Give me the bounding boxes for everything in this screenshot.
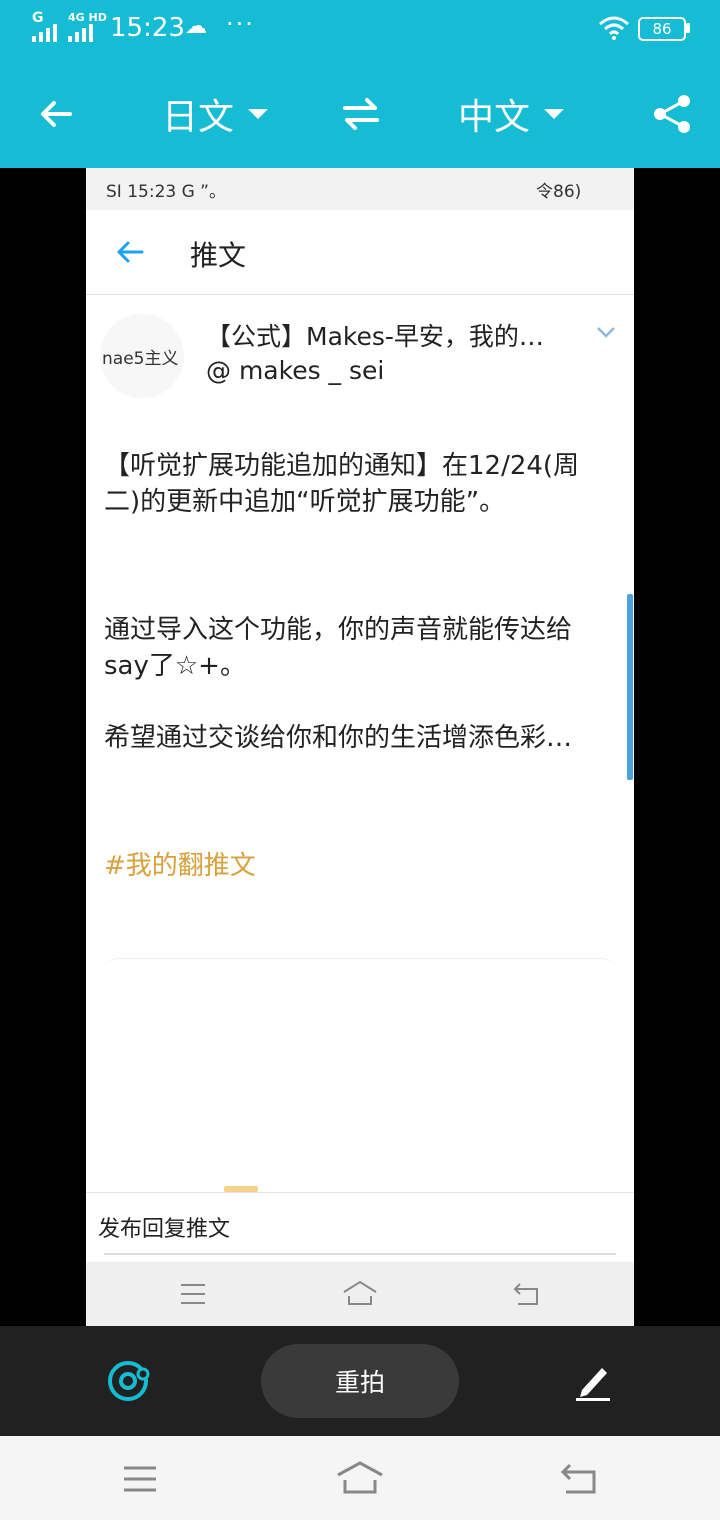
back-nav-icon[interactable] bbox=[560, 1462, 598, 1496]
signal-2-label: 4G HD bbox=[68, 11, 107, 24]
status-time: 15:23 bbox=[110, 13, 185, 43]
target-language-select[interactable]: 中文 bbox=[446, 60, 576, 168]
captured-status-left: SI 15:23 G ”。 bbox=[106, 182, 226, 202]
action-bar: 重拍 bbox=[0, 1326, 720, 1436]
avatar-label: nae5主义 bbox=[102, 349, 179, 369]
battery-indicator: 86 bbox=[638, 17, 686, 41]
translate-toolbar: 日文 中文 bbox=[0, 60, 720, 168]
system-nav-bar bbox=[0, 1436, 720, 1520]
reply-underline bbox=[104, 1253, 616, 1255]
back-arrow-icon bbox=[41, 101, 72, 127]
tweet-paragraph-1: 【听觉扩展功能追加的通知】在12/24(周二)的更新中追加“听觉扩展功能”。 bbox=[104, 451, 580, 517]
share-button[interactable] bbox=[640, 60, 704, 168]
edit-pencil-icon[interactable] bbox=[574, 1362, 612, 1402]
tweet-author: 【公式】Makes-早安，我的…@ makes _ sei bbox=[206, 322, 544, 385]
app-bar: G 4G HD 15:23 ☁ ··· 86 日文 中文 bbox=[0, 0, 720, 168]
share-icon bbox=[654, 95, 690, 133]
captured-back-icon bbox=[513, 1283, 538, 1305]
chevron-down-icon bbox=[544, 109, 564, 119]
swap-languages-button[interactable] bbox=[326, 60, 396, 168]
weather-cloud-icon: ☁ bbox=[185, 14, 207, 39]
captured-back-arrow-icon bbox=[117, 241, 144, 263]
hashtag-link: #我的翻推文 bbox=[104, 851, 256, 881]
captured-nav-bar bbox=[86, 1262, 634, 1326]
menu-icon[interactable] bbox=[122, 1464, 158, 1494]
reply-placeholder: 发布回复推文 bbox=[98, 1217, 231, 1242]
captured-image: SI 15:23 G ”。 令86) 推文 nae5主义 【公式】Makes-早… bbox=[86, 168, 634, 1326]
chevron-down-icon bbox=[597, 327, 615, 338]
chevron-down-icon bbox=[248, 109, 268, 119]
captured-header: 推文 bbox=[86, 210, 634, 295]
signal-bars-icon bbox=[32, 24, 57, 42]
swap-icon bbox=[343, 98, 379, 130]
home-icon[interactable] bbox=[336, 1460, 384, 1496]
captured-status-right: 令86) bbox=[536, 182, 582, 202]
tweet-paragraph-3: 希望通过交谈给你和你的生活增添色彩… bbox=[104, 723, 573, 753]
reply-bar: 发布回复推文 bbox=[86, 1192, 634, 1263]
retake-button[interactable]: 重拍 bbox=[261, 1344, 459, 1418]
source-language-select[interactable]: 日文 bbox=[150, 60, 280, 168]
signal-bars-icon bbox=[68, 24, 107, 42]
tweet-paragraph-2: 通过导入这个功能，你的声音就能传达给say了☆+。 bbox=[104, 615, 573, 681]
wifi-icon bbox=[599, 16, 629, 40]
signal-1-label: G bbox=[32, 10, 44, 26]
target-language-label: 中文 bbox=[457, 97, 530, 138]
captured-menu-icon bbox=[181, 1284, 205, 1304]
signal-indicator-2: 4G HD bbox=[68, 12, 107, 42]
captured-home-icon bbox=[343, 1280, 377, 1305]
more-notifications-icon: ··· bbox=[226, 10, 255, 38]
captured-page-title: 推文 bbox=[190, 239, 247, 272]
camera-filter-icon[interactable] bbox=[106, 1360, 152, 1402]
back-button[interactable] bbox=[20, 60, 92, 168]
status-bar: G 4G HD 15:23 ☁ ··· 86 bbox=[0, 0, 720, 60]
battery-tip bbox=[686, 23, 690, 33]
media-card bbox=[104, 958, 616, 973]
source-language-label: 日文 bbox=[161, 97, 234, 138]
scroll-indicator bbox=[627, 594, 633, 780]
captured-status-bar: SI 15:23 G ”。 令86) bbox=[86, 168, 634, 210]
signal-indicator-1: G bbox=[32, 10, 57, 42]
